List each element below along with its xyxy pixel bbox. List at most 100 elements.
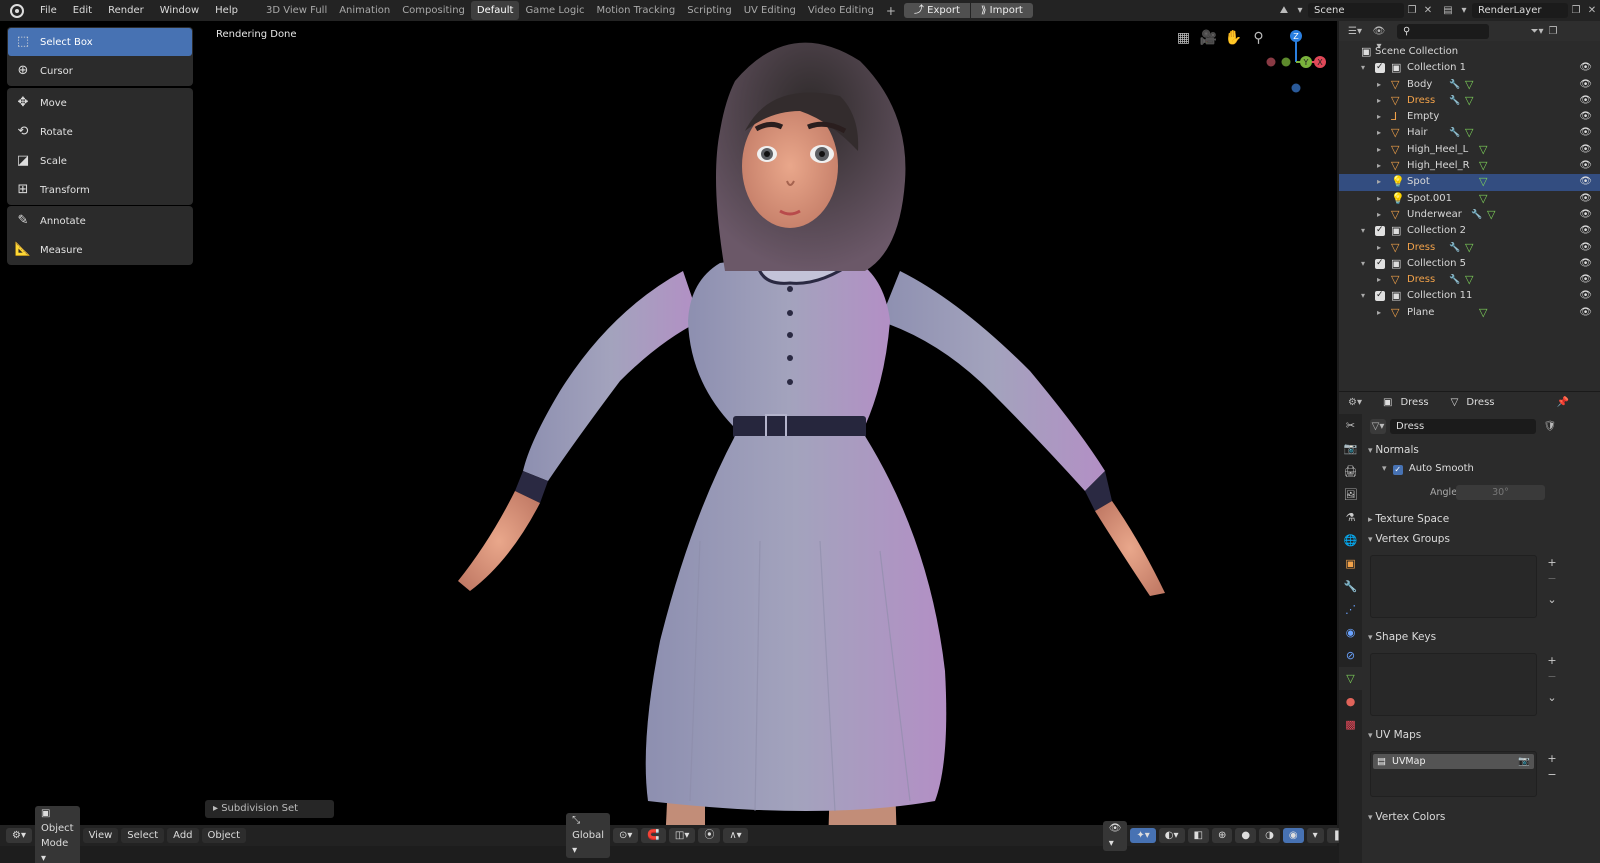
outliner-row[interactable]: ▸ ⅃ Empty 👁 bbox=[1339, 109, 1600, 125]
object-data-icon[interactable]: ▽ bbox=[1479, 158, 1487, 174]
tab-3d-view-full[interactable]: 3D View Full bbox=[260, 1, 333, 20]
modifier-icon[interactable]: 🔧 bbox=[1471, 207, 1482, 223]
tab-compositing[interactable]: Compositing bbox=[396, 1, 471, 20]
snap-button[interactable]: 🧲 bbox=[641, 828, 666, 843]
tool-transform[interactable]: ⊞ Transform bbox=[8, 176, 192, 204]
mode-selector[interactable]: ▣ Object Mode ▾ bbox=[34, 805, 80, 863]
menu-help[interactable]: Help bbox=[207, 0, 246, 21]
chevron-down-icon[interactable]: ▾ bbox=[1456, 3, 1472, 18]
angle-field[interactable]: 30° bbox=[1456, 485, 1545, 500]
new-collection-icon[interactable]: ❐ bbox=[1545, 24, 1561, 39]
expand-arrow-icon[interactable]: ▾ bbox=[1361, 60, 1365, 76]
chevron-down-icon[interactable]: ▾ bbox=[1292, 3, 1308, 18]
view-menu[interactable]: View bbox=[82, 828, 119, 843]
expand-arrow-icon[interactable]: ▸ bbox=[1377, 93, 1381, 109]
shading-options-button[interactable]: ▾ bbox=[1306, 828, 1324, 843]
tab-default[interactable]: Default bbox=[470, 1, 520, 20]
visibility-eye-icon[interactable]: 👁 bbox=[1579, 174, 1592, 190]
scene-field[interactable]: Scene bbox=[1308, 3, 1404, 18]
mesh-browse-icon[interactable]: ▽▾ bbox=[1370, 418, 1386, 434]
shape-keys-list[interactable] bbox=[1370, 653, 1537, 716]
gizmos-button[interactable]: ✦▾ bbox=[1130, 828, 1156, 843]
scene-tab-icon[interactable]: ⚗ bbox=[1339, 506, 1362, 529]
editor-type-button[interactable]: ⚙▾ bbox=[6, 828, 32, 843]
outliner-row[interactable]: ▾ ▣ Collection 11 👁 bbox=[1339, 287, 1600, 304]
visibility-eye-icon[interactable]: 👁 bbox=[1579, 240, 1592, 256]
transform-orientation-selector[interactable]: ⤡ Global ▾ bbox=[566, 813, 611, 858]
visibility-eye-icon[interactable]: 👁 bbox=[1579, 142, 1592, 158]
tab-animation[interactable]: Animation bbox=[333, 1, 396, 20]
add-shape-key-button[interactable]: + bbox=[1545, 654, 1559, 667]
select-menu[interactable]: Select bbox=[121, 828, 165, 843]
hand-pan-icon[interactable]: ✋ bbox=[1221, 30, 1246, 46]
visibility-eye-icon[interactable]: 👁 bbox=[1579, 77, 1592, 93]
modifier-icon[interactable]: 🔧 bbox=[1449, 93, 1460, 109]
tool-measure[interactable]: 📐 Measure bbox=[8, 236, 192, 264]
tool-move[interactable]: ✥ Move bbox=[8, 89, 192, 117]
expand-arrow-icon[interactable]: ▸ bbox=[1377, 109, 1381, 125]
copy-scene-icon[interactable]: ❐ bbox=[1404, 3, 1420, 18]
remove-uv-map-button[interactable]: − bbox=[1545, 768, 1559, 781]
visibility-eye-icon[interactable]: 👁 bbox=[1579, 191, 1592, 207]
world-tab-icon[interactable]: 🌐 bbox=[1339, 529, 1362, 552]
texture-tab-icon[interactable]: ▩ bbox=[1339, 713, 1362, 736]
visibility-eye-icon[interactable]: 👁 bbox=[1579, 272, 1592, 288]
3d-viewport[interactable]: Rendering Done ⬚ Select Box ⊕ Cursor ✥ M… bbox=[0, 21, 1337, 846]
shape-keys-panel-header[interactable]: Shape Keys bbox=[1368, 631, 1436, 643]
render-layer-icon[interactable]: ▤ bbox=[1440, 3, 1456, 18]
copy-layer-icon[interactable]: ❐ bbox=[1568, 3, 1584, 18]
blender-logo-icon[interactable] bbox=[10, 3, 24, 18]
last-operator-panel[interactable]: ▸ Subdivision Set bbox=[205, 800, 334, 818]
outliner-row[interactable]: ▸ ▽ Dress 🔧 ▽ 👁 bbox=[1339, 272, 1600, 288]
material-tab-icon[interactable]: ● bbox=[1339, 690, 1362, 713]
texture-space-panel-header[interactable]: Texture Space bbox=[1368, 513, 1449, 525]
modifier-icon[interactable]: 🔧 bbox=[1449, 272, 1460, 288]
uv-map-item[interactable]: ▤ UVMap 📷 bbox=[1373, 754, 1534, 769]
shape-key-specials-button[interactable]: ⌄ bbox=[1545, 691, 1559, 704]
expand-arrow-icon[interactable]: ▸ bbox=[1377, 77, 1381, 93]
outliner-row[interactable]: ▸ ▽ Plane ▽ 👁 bbox=[1339, 305, 1600, 321]
tab-motion-tracking[interactable]: Motion Tracking bbox=[591, 1, 682, 20]
mesh-name-field[interactable]: Dress bbox=[1390, 418, 1536, 434]
object-data-icon[interactable]: ▽ bbox=[1465, 93, 1473, 109]
expand-arrow-icon[interactable]: ▸ bbox=[1377, 207, 1381, 223]
visibility-eye-icon[interactable]: 👁 bbox=[1579, 93, 1592, 109]
outliner-row[interactable]: ▸ ▽ Underwear 🔧 ▽ 👁 bbox=[1339, 207, 1600, 223]
object-data-icon[interactable]: ▽ bbox=[1487, 207, 1495, 223]
navigation-gizmo[interactable]: Z Y X bbox=[1262, 28, 1332, 98]
active-render-camera-icon[interactable]: 📷 bbox=[1518, 756, 1530, 767]
vertex-colors-panel-header[interactable]: Vertex Colors bbox=[1368, 811, 1445, 823]
object-data-icon[interactable]: ▽ bbox=[1465, 240, 1473, 256]
outliner-row[interactable]: ▸ ▽ Hair 🔧 ▽ 👁 bbox=[1339, 125, 1600, 141]
outliner-row[interactable]: ▾ ▣ Collection 2 👁 bbox=[1339, 222, 1600, 239]
expand-arrow-icon[interactable]: ▾ bbox=[1361, 288, 1365, 304]
expand-arrow-icon[interactable]: ▸ bbox=[1377, 125, 1381, 141]
display-mode-icon[interactable]: 👁▾ bbox=[1371, 24, 1387, 52]
menu-window[interactable]: Window bbox=[152, 0, 207, 21]
particles-tab-icon[interactable]: ⋰ bbox=[1339, 598, 1362, 621]
auto-smooth-checkbox[interactable]: ✓ bbox=[1392, 465, 1403, 475]
filter-icon[interactable]: ⏷▾ bbox=[1529, 24, 1545, 39]
data-name[interactable]: Dress bbox=[1466, 397, 1494, 408]
vertex-groups-list[interactable] bbox=[1370, 555, 1537, 618]
outliner-row[interactable]: ▸ ▽ Dress 🔧 ▽ 👁 bbox=[1339, 240, 1600, 256]
overlays-button[interactable]: ◐▾ bbox=[1158, 828, 1185, 843]
data-tab-icon[interactable]: ▽ bbox=[1339, 667, 1362, 690]
export-button[interactable]: ⤴ Export bbox=[903, 3, 970, 18]
camera-icon[interactable]: 🎥 bbox=[1196, 30, 1221, 46]
scene-icon[interactable]: ⛰ bbox=[1276, 3, 1292, 18]
expand-arrow-icon[interactable]: ▸ bbox=[1377, 158, 1381, 174]
visibility-eye-icon[interactable]: 👁 bbox=[1579, 60, 1592, 76]
modifier-icon[interactable]: 🔧 bbox=[1449, 77, 1460, 93]
pin-icon[interactable]: 📌 bbox=[1557, 397, 1569, 408]
visibility-eye-icon[interactable]: 👁 bbox=[1579, 288, 1592, 304]
add-vertex-group-button[interactable]: + bbox=[1545, 556, 1559, 569]
menu-render[interactable]: Render bbox=[100, 0, 152, 21]
visibility-eye-icon[interactable]: 👁 bbox=[1579, 305, 1592, 321]
modifier-icon[interactable]: 🔧 bbox=[1449, 240, 1460, 256]
visibility-eye-icon[interactable]: 👁 bbox=[1579, 223, 1592, 239]
object-menu[interactable]: Object bbox=[201, 828, 247, 843]
modifier-tab-icon[interactable]: 🔧 bbox=[1339, 575, 1362, 598]
object-name[interactable]: Dress bbox=[1400, 397, 1428, 408]
collection-checkbox[interactable] bbox=[1375, 59, 1385, 76]
